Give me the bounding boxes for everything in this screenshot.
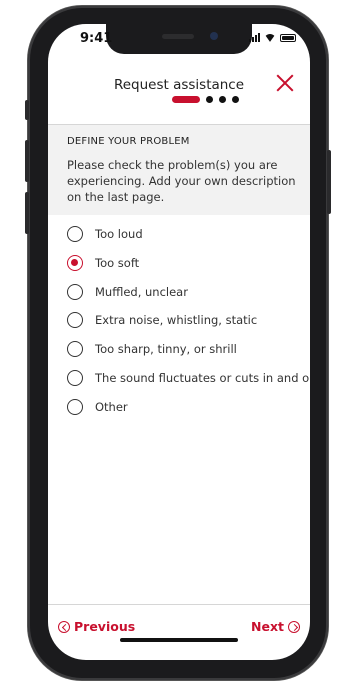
page-title: Request assistance [113, 77, 245, 93]
option-too-soft[interactable]: Too soft [67, 251, 307, 275]
chevron-left-circle-icon [58, 620, 70, 633]
section-description: Please check the problem(s) you are expe… [67, 158, 296, 204]
signal-icon [249, 33, 260, 42]
option-fluctuates[interactable]: The sound fluctuates or cuts in and out [67, 366, 310, 390]
wifi-icon [264, 34, 276, 42]
option-too-loud[interactable]: Too loud [67, 222, 307, 246]
radio-button[interactable] [67, 283, 83, 300]
problem-section: DEFINE YOUR PROBLEM Please check the pro… [48, 125, 310, 215]
previous-button[interactable]: Previous [58, 619, 135, 634]
status-time: 9:41 [80, 31, 113, 46]
section-title: DEFINE YOUR PROBLEM [67, 136, 190, 147]
status-icons [249, 33, 296, 42]
close-icon[interactable] [274, 72, 296, 94]
step-indicator [172, 96, 239, 103]
next-button[interactable]: Next [251, 619, 300, 634]
step-dot [206, 96, 213, 103]
option-label: Too loud [95, 227, 143, 241]
option-too-sharp[interactable]: Too sharp, tinny, or shrill [67, 337, 307, 361]
option-label: Muffled, unclear [95, 284, 188, 299]
radio-button[interactable] [67, 341, 83, 358]
step-dot [232, 96, 239, 103]
footer-divider [48, 604, 310, 605]
home-indicator[interactable] [120, 638, 238, 642]
radio-button[interactable] [67, 398, 83, 415]
option-label: The sound fluctuates or cuts in and out [95, 370, 310, 385]
chevron-right-circle-icon [288, 620, 300, 633]
front-camera [210, 32, 218, 40]
volume-down-button [25, 192, 29, 234]
step-dot [219, 96, 226, 103]
radio-button[interactable] [67, 312, 83, 329]
option-extra-noise[interactable]: Extra noise, whistling, static [67, 308, 307, 332]
speaker-grille [162, 34, 194, 39]
power-button [327, 150, 331, 214]
radio-button-selected[interactable] [67, 254, 83, 271]
option-label: Too sharp, tinny, or shrill [95, 342, 237, 357]
option-label: Too soft [95, 255, 140, 270]
option-other[interactable]: Other [67, 395, 307, 419]
step-dot-active [172, 96, 200, 103]
notch [106, 24, 252, 54]
radio-button[interactable] [67, 369, 83, 386]
mute-switch [25, 100, 29, 120]
previous-label: Previous [74, 619, 136, 634]
problem-options: Too loud Too soft Muffled, unclear Extra… [67, 222, 310, 424]
radio-button[interactable] [67, 226, 83, 242]
battery-icon [280, 33, 296, 42]
next-label: Next [251, 619, 284, 634]
option-label: Other [95, 399, 128, 414]
option-muffled[interactable]: Muffled, unclear [67, 280, 307, 304]
volume-up-button [25, 140, 29, 182]
screen: 9:41 Request assistance DEFINE YOUR PROB… [48, 24, 310, 660]
header: Request assistance [48, 70, 310, 128]
option-label: Extra noise, whistling, static [95, 313, 258, 328]
